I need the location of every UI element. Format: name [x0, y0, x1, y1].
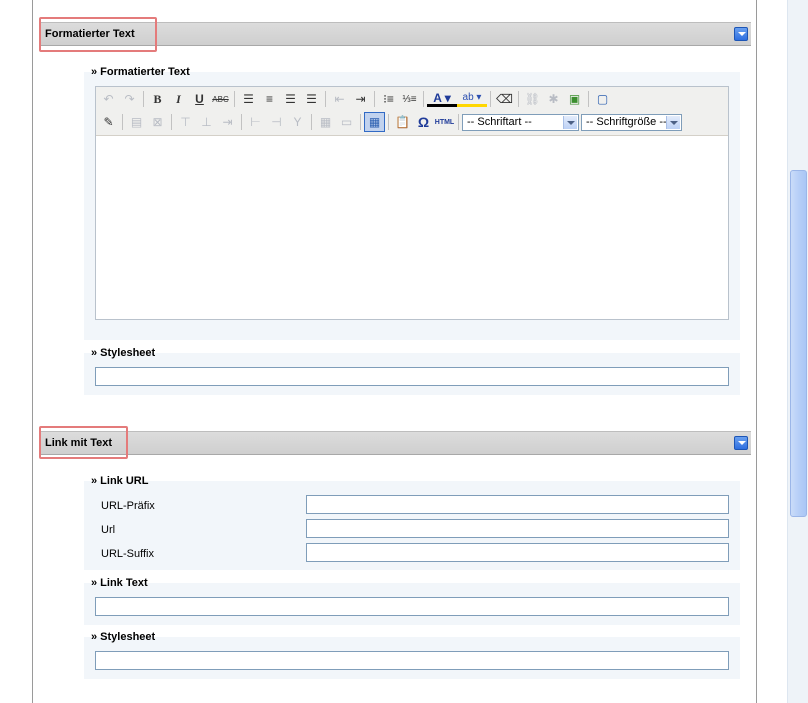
section-header-link-mit-text[interactable]: Link mit Text [40, 431, 751, 455]
toolbar-separator [360, 114, 361, 130]
field-label: » Stylesheet [91, 631, 156, 643]
stylesheet-input[interactable] [95, 367, 729, 386]
insert-row-before-icon[interactable]: ⊤ [175, 112, 196, 132]
editor-toolbar: ↶ ↷ B I U ABC ☰ ≡ ☰ ☰ ⇤ ⇥ ⁝≡ ⅓≡ A ▾ ab ▾… [96, 87, 728, 136]
indent-icon[interactable]: ⇥ [350, 89, 371, 109]
align-right-icon[interactable]: ☰ [280, 89, 301, 109]
delete-row-icon[interactable]: ⇥ [217, 112, 238, 132]
insert-col-after-icon[interactable]: ⊣ [266, 112, 287, 132]
link-icon[interactable]: ⛓ [522, 89, 543, 109]
rich-text-editor[interactable]: ↶ ↷ B I U ABC ☰ ≡ ☰ ☰ ⇤ ⇥ ⁝≡ ⅓≡ A ▾ ab ▾… [95, 86, 729, 320]
toolbar-separator [234, 91, 235, 107]
url-prefix-input[interactable] [306, 495, 729, 514]
outdent-icon[interactable]: ⇤ [329, 89, 350, 109]
toolbar-row-2: ✎ ▤ ⊠ ⊤ ⊥ ⇥ ⊢ ⊣ Y ▦ ▭ ▦ 📋 Ω HTML -- Schr… [98, 111, 684, 133]
toolbar-separator [518, 91, 519, 107]
toolbar-separator [458, 114, 459, 130]
toolbar-separator [143, 91, 144, 107]
unlink-icon[interactable]: ✱ [543, 89, 564, 109]
page-left-border [32, 0, 33, 703]
underline-icon[interactable]: U [189, 89, 210, 109]
redo-icon[interactable]: ↷ [119, 89, 140, 109]
edit-css-icon[interactable]: ✎ [98, 112, 119, 132]
bullet-list-icon[interactable]: ⁝≡ [378, 89, 399, 109]
field-label: » Link Text [91, 577, 148, 589]
page-right-border [756, 0, 757, 703]
insert-table-icon[interactable]: ▤ [126, 112, 147, 132]
stylesheet-input-2[interactable] [95, 651, 729, 670]
special-char-icon[interactable]: Ω [413, 112, 434, 132]
toolbar-row-1: ↶ ↷ B I U ABC ☰ ≡ ☰ ☰ ⇤ ⇥ ⁝≡ ⅓≡ A ▾ ab ▾… [98, 88, 613, 110]
toolbar-separator [241, 114, 242, 130]
toolbar-separator [325, 91, 326, 107]
toolbar-separator [311, 114, 312, 130]
chevron-down-icon [666, 115, 680, 129]
toolbar-separator [122, 114, 123, 130]
toolbar-separator [388, 114, 389, 130]
undo-icon[interactable]: ↶ [98, 89, 119, 109]
field-label: » Stylesheet [91, 347, 156, 359]
editor-content-area[interactable] [96, 136, 728, 319]
align-left-icon[interactable]: ☰ [238, 89, 259, 109]
collapse-toggle-icon[interactable] [734, 27, 748, 41]
toolbar-separator [490, 91, 491, 107]
delete-col-icon[interactable]: Y [287, 112, 308, 132]
toolbar-separator [171, 114, 172, 130]
merge-cells-icon[interactable]: ▭ [336, 112, 357, 132]
font-family-select-value: -- Schriftart -- [467, 116, 532, 128]
align-center-icon[interactable]: ≡ [259, 89, 280, 109]
toolbar-separator [374, 91, 375, 107]
align-justify-icon[interactable]: ☰ [301, 89, 322, 109]
font-family-select[interactable]: -- Schriftart -- [462, 113, 579, 131]
table-grid-icon[interactable]: ▦ [364, 112, 385, 132]
chevron-down-icon [563, 115, 577, 129]
sub-label-url-suffix: URL-Suffix [101, 548, 154, 560]
url-suffix-input[interactable] [306, 543, 729, 562]
sub-label-url: Url [101, 524, 116, 536]
text-color-icon[interactable]: A ▾ [427, 91, 457, 107]
insert-col-before-icon[interactable]: ⊢ [245, 112, 266, 132]
html-source-icon[interactable]: HTML [434, 112, 455, 132]
collapse-toggle-icon[interactable] [734, 436, 748, 450]
numbered-list-icon[interactable]: ⅓≡ [399, 89, 420, 109]
sub-label-url-prefix: URL-Präfix [101, 500, 155, 512]
bold-icon[interactable]: B [147, 89, 168, 109]
toolbar-separator [423, 91, 424, 107]
delete-table-icon[interactable]: ⊠ [147, 112, 168, 132]
vertical-scrollbar[interactable] [787, 0, 808, 703]
url-input[interactable] [306, 519, 729, 538]
remove-format-icon[interactable]: ⌫ [494, 89, 515, 109]
insert-row-after-icon[interactable]: ⊥ [196, 112, 217, 132]
field-label: » Link URL [91, 475, 149, 487]
scrollbar-thumb[interactable] [790, 170, 807, 517]
strikethrough-icon[interactable]: ABC [210, 89, 231, 109]
fullscreen-icon[interactable]: ▢ [592, 89, 613, 109]
toolbar-separator [588, 91, 589, 107]
paste-word-icon[interactable]: 📋 [392, 112, 413, 132]
field-label: » Formatierter Text [91, 66, 190, 78]
font-size-select[interactable]: -- Schriftgröße -- [581, 113, 682, 131]
split-cells-icon[interactable]: ▦ [315, 112, 336, 132]
highlight-box [39, 426, 128, 459]
italic-icon[interactable]: I [168, 89, 189, 109]
image-icon[interactable]: ▣ [564, 89, 585, 109]
highlight-color-icon[interactable]: ab ▾ [457, 91, 487, 107]
link-text-input[interactable] [95, 597, 729, 616]
font-size-select-value: -- Schriftgröße -- [586, 116, 667, 128]
highlight-box [39, 17, 157, 52]
